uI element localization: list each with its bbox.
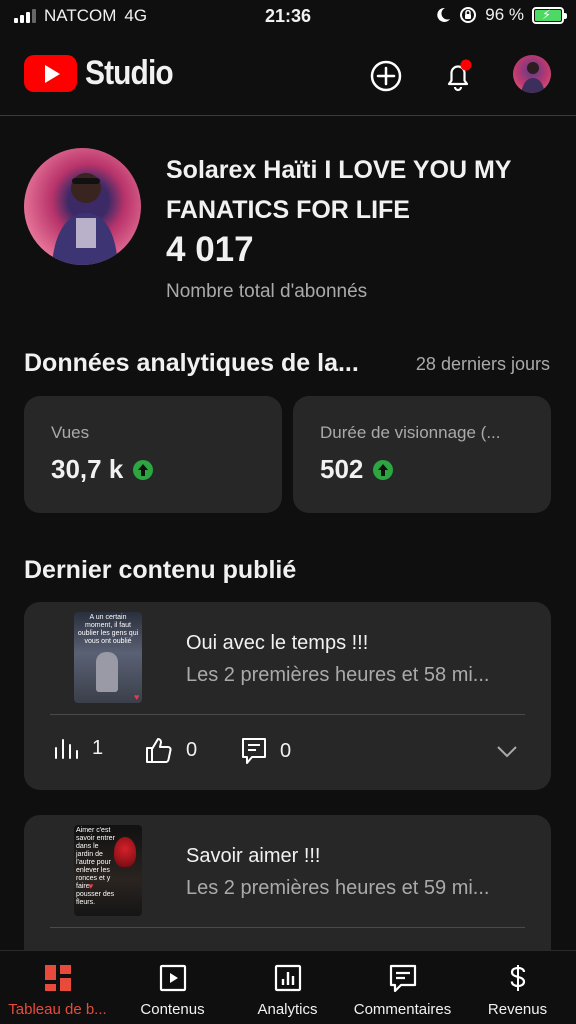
video-meta: Les 2 premières heures et 58 mi... xyxy=(186,664,490,686)
nav-label: Analytics xyxy=(257,1001,318,1018)
notification-bell-icon[interactable] xyxy=(438,56,478,96)
nav-label: Revenus xyxy=(487,1001,548,1018)
video-title[interactable]: Savoir aimer !!! xyxy=(186,845,320,868)
stat-card-views[interactable]: Vues 30,7 k xyxy=(24,396,282,513)
nav-label: Contenus xyxy=(140,1001,205,1018)
divider xyxy=(50,714,525,715)
battery-icon: ⚡ xyxy=(532,6,567,24)
subscriber-count: 4 017 xyxy=(166,230,254,269)
thumbnail-caption: A un certain moment, il faut oublier les… xyxy=(77,614,139,645)
moon-icon xyxy=(437,7,451,22)
app-header: Studio xyxy=(0,40,576,116)
video-metrics: 1 0 0 xyxy=(54,736,524,770)
video-title[interactable]: Oui avec le temps !!! xyxy=(186,632,368,655)
seated-figure-icon xyxy=(96,652,118,692)
comments-icon xyxy=(389,964,416,993)
heart-icon: ♥ xyxy=(88,881,94,891)
stat-card-watch-time[interactable]: Durée de visionnage (... 502 xyxy=(293,396,551,513)
bar-chart-icon xyxy=(55,739,78,759)
nav-analytics[interactable]: Analytics xyxy=(230,951,345,1024)
thumbs-up-icon xyxy=(146,738,172,763)
dashboard-icon xyxy=(44,965,71,991)
stat-number: 502 xyxy=(320,454,364,484)
stat-label: Vues xyxy=(51,423,90,442)
analytics-title[interactable]: Données analytiques de la... xyxy=(24,349,359,378)
trend-up-icon xyxy=(133,459,154,480)
trend-up-icon xyxy=(373,459,394,480)
chevron-down-icon[interactable] xyxy=(496,740,518,762)
subscriber-label: Nombre total d'abonnés xyxy=(166,281,368,302)
studio-logo[interactable]: Studio xyxy=(24,54,185,93)
views-count: 1 xyxy=(92,736,104,759)
channel-avatar[interactable] xyxy=(24,148,141,265)
comment-icon xyxy=(242,738,266,764)
likes-count: 0 xyxy=(186,738,198,761)
metric-views: 1 xyxy=(54,736,103,760)
stat-value: 502 xyxy=(320,454,394,485)
video-thumbnail[interactable]: A un certain moment, il faut oublier les… xyxy=(74,612,142,703)
stat-value: 30,7 k xyxy=(51,454,154,485)
latest-content-title: Dernier contenu publié xyxy=(24,556,297,584)
nav-label: Commentaires xyxy=(353,1001,452,1018)
video-meta: Les 2 premières heures et 59 mi... xyxy=(186,877,490,899)
metric-comments: 0 xyxy=(240,736,291,766)
dollar-icon xyxy=(510,965,525,991)
stat-number: 30,7 k xyxy=(51,454,124,484)
analytics-icon xyxy=(274,964,301,992)
person-photo-icon xyxy=(52,173,118,265)
status-right: 96 % ⚡ xyxy=(435,5,567,25)
nav-label: Tableau de b... xyxy=(8,1001,107,1018)
orientation-lock-icon xyxy=(460,7,477,23)
metric-likes: 0 xyxy=(144,736,197,764)
battery-percent: 96 % xyxy=(485,5,524,24)
video-thumbnail[interactable]: Aimer c'est savoir entrer dans le jardin… xyxy=(74,825,142,916)
comments-count: 0 xyxy=(280,739,292,762)
video-card[interactable]: A un certain moment, il faut oublier les… xyxy=(24,602,551,790)
rose-icon xyxy=(114,837,136,867)
thumbnail-caption: Aimer c'est savoir entrer dans le jardin… xyxy=(76,827,115,906)
create-plus-icon[interactable] xyxy=(366,56,406,96)
heart-icon: ♥ xyxy=(134,692,140,702)
youtube-play-icon xyxy=(24,55,77,92)
nav-revenue[interactable]: Revenus xyxy=(460,951,575,1024)
logo-text: Studio xyxy=(85,54,174,92)
stat-label: Durée de visionnage (... xyxy=(320,423,501,442)
status-bar: NATCOM 4G 21:36 96 % ⚡ xyxy=(0,0,576,34)
channel-name: Solarex Haïti I LOVE YOU MY FANATICS FOR… xyxy=(166,156,512,224)
nav-comments[interactable]: Commentaires xyxy=(345,951,460,1024)
content-icon xyxy=(159,964,186,992)
nav-dashboard[interactable]: Tableau de b... xyxy=(0,951,115,1024)
divider xyxy=(50,927,525,928)
analytics-period: 28 derniers jours xyxy=(415,354,550,374)
account-avatar[interactable] xyxy=(513,55,551,93)
bottom-navigation: Tableau de b... Contenus Analytics Comme… xyxy=(0,950,576,1024)
nav-content[interactable]: Contenus xyxy=(115,951,230,1024)
person-silhouette-icon xyxy=(521,62,545,93)
